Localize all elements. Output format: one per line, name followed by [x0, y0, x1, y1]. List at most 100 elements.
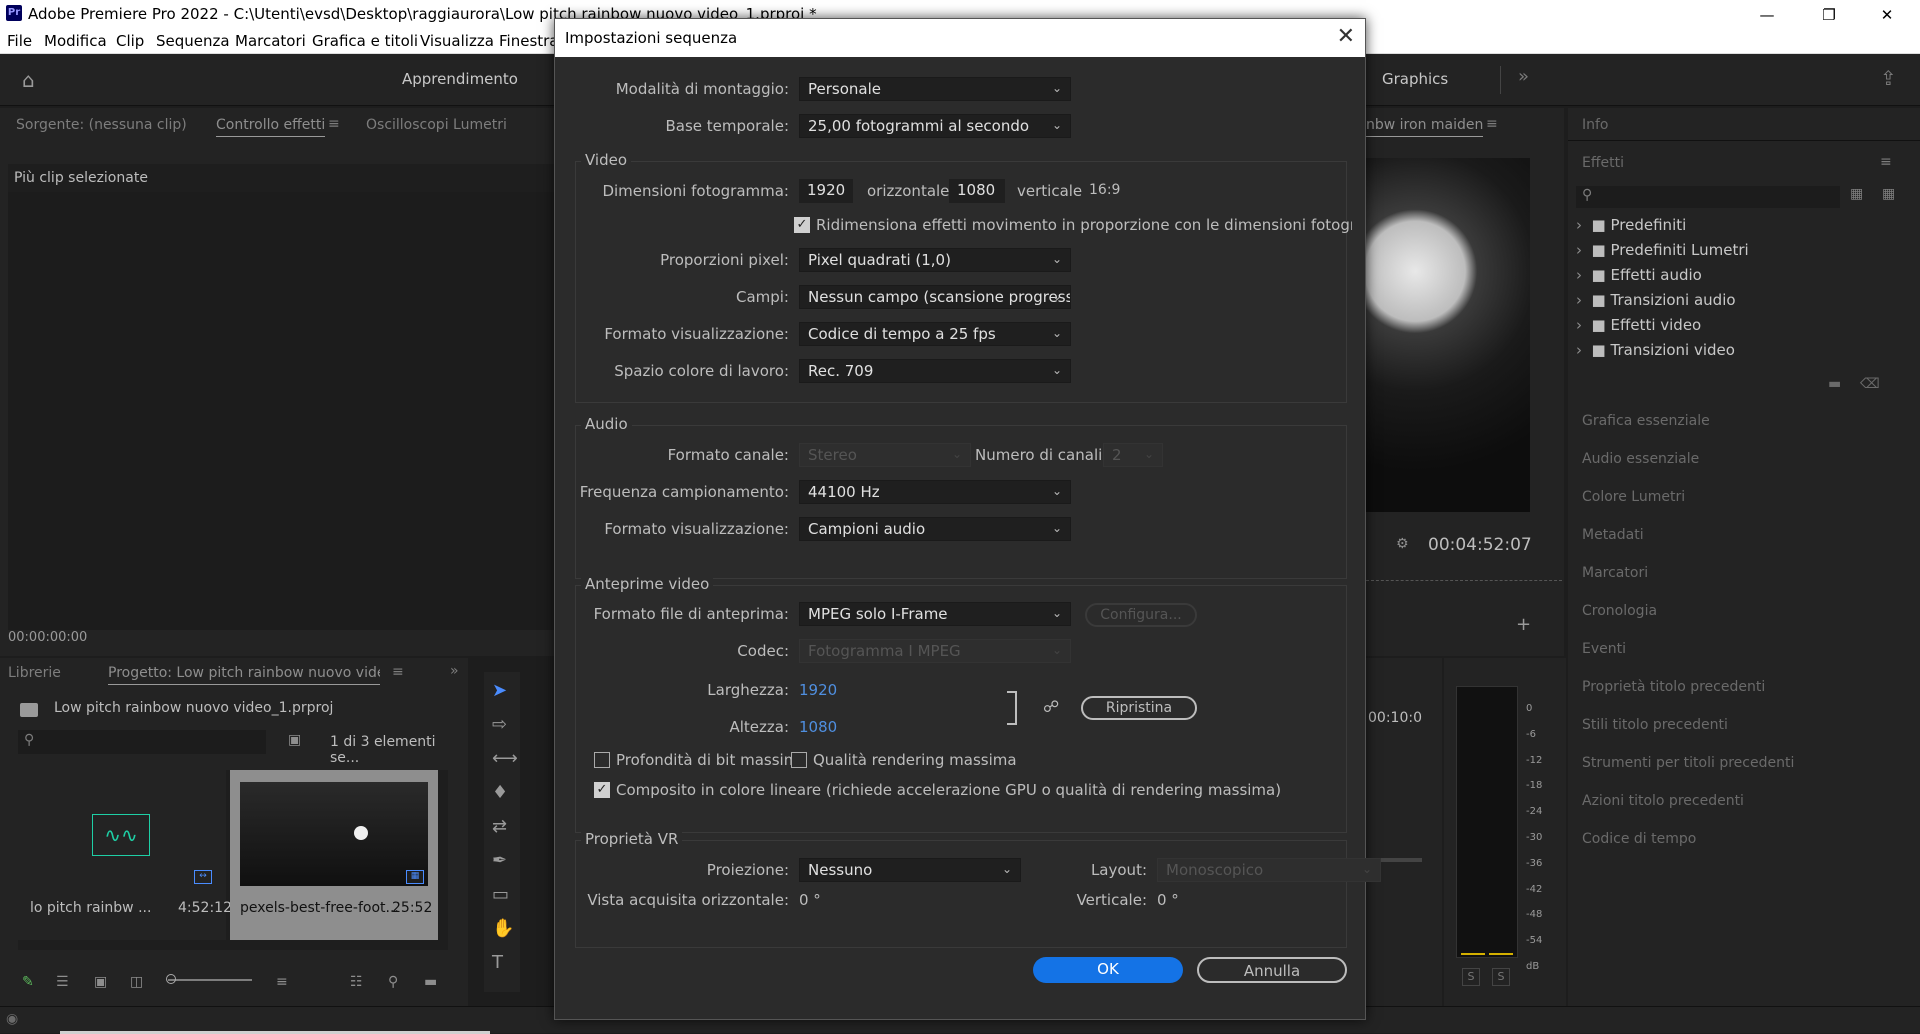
menu-finestra[interactable]: Finestra: [499, 32, 559, 50]
share-icon[interactable]: ⇪: [1880, 66, 1897, 90]
workspace-graphics[interactable]: Graphics: [1382, 70, 1448, 88]
effects-item-predefiniti-lumetri[interactable]: › ■ Predefiniti Lumetri: [1576, 241, 1749, 259]
info-panel-tab[interactable]: Info: [1582, 117, 1609, 133]
bin-icon[interactable]: ▣: [288, 732, 301, 748]
codec-select[interactable]: Fotogramma I MPEG ⌄: [799, 639, 1071, 663]
menu-marcatori[interactable]: Marcatori: [235, 32, 306, 50]
menu-visualizza[interactable]: Visualizza: [420, 32, 494, 50]
linear-color-checkbox[interactable]: ✓: [594, 782, 610, 798]
num-channels-select[interactable]: 2 ⌄: [1103, 443, 1163, 467]
editing-mode-select[interactable]: Personale ⌄: [799, 77, 1071, 101]
hand-icon[interactable]: ✋: [492, 918, 514, 939]
tab-librerie[interactable]: Librerie: [8, 665, 61, 681]
home-icon[interactable]: ⌂: [22, 68, 35, 92]
ok-button[interactable]: OK: [1033, 957, 1183, 983]
section-codice-tempo[interactable]: Codice di tempo: [1582, 831, 1696, 847]
zoom-slider[interactable]: [168, 979, 252, 981]
pen-icon[interactable]: ✒: [492, 850, 507, 871]
solo-left-button[interactable]: S: [1462, 968, 1480, 986]
selection-tool-icon[interactable]: ➤: [492, 680, 507, 701]
h-view-value[interactable]: 0 °: [799, 891, 821, 909]
section-proprieta-titolo[interactable]: Proprietà titolo precedenti: [1582, 679, 1765, 695]
list-view-icon[interactable]: ☰: [56, 974, 69, 990]
menu-clip[interactable]: Clip: [116, 32, 144, 50]
menu-file[interactable]: File: [7, 32, 32, 50]
write-icon[interactable]: ✎: [22, 974, 34, 990]
section-grafica-essenziale[interactable]: Grafica essenziale: [1582, 413, 1710, 429]
project-more-icon[interactable]: »: [450, 663, 459, 679]
effects-item-effetti-audio[interactable]: › ■ Effetti audio: [1576, 266, 1702, 284]
max-render-checkbox[interactable]: [791, 752, 807, 768]
section-audio-essenziale[interactable]: Audio essenziale: [1582, 451, 1699, 467]
reset-button[interactable]: Ripristina: [1081, 696, 1197, 720]
audio-display-format-select[interactable]: Campioni audio ⌄: [799, 517, 1071, 541]
layout-select[interactable]: Monoscopico ⌄: [1157, 858, 1381, 882]
close-window-button[interactable]: ✕: [1864, 2, 1910, 28]
frame-width-input[interactable]: 1920: [799, 179, 853, 203]
track-select-icon[interactable]: ⇨: [492, 714, 507, 735]
scale-motion-checkbox[interactable]: ✓: [794, 217, 810, 233]
frame-height-input[interactable]: 1080: [949, 179, 1005, 203]
section-azioni-titolo[interactable]: Azioni titolo precedenti: [1582, 793, 1744, 809]
icon-view-icon[interactable]: ▣: [94, 974, 107, 990]
fields-select[interactable]: Nessun campo (scansione progressiva)⌄: [799, 285, 1071, 309]
tab-sorgente[interactable]: Sorgente: (nessuna clip): [16, 117, 187, 133]
add-button-icon[interactable]: +: [1516, 614, 1531, 635]
slip-icon[interactable]: ⇄: [492, 816, 507, 837]
wrench-icon[interactable]: ⚙: [1396, 536, 1409, 552]
cancel-button[interactable]: Annulla: [1197, 957, 1347, 983]
pixel-aspect-select[interactable]: Pixel quadrati (1,0) ⌄: [799, 248, 1071, 272]
menu-grafica[interactable]: Grafica e titoli: [312, 32, 418, 50]
configure-button[interactable]: Configura...: [1085, 603, 1197, 627]
panel-menu-icon[interactable]: ≡: [328, 116, 340, 132]
workspace-apprendimento[interactable]: Apprendimento: [402, 70, 518, 88]
restore-button[interactable]: ❐: [1806, 2, 1852, 28]
32bit-effects-icon[interactable]: ▦: [1882, 186, 1895, 202]
project-menu-icon[interactable]: ≡: [392, 664, 404, 680]
menu-sequenza[interactable]: Sequenza: [156, 32, 230, 50]
effects-item-predefiniti[interactable]: › ■ Predefiniti: [1576, 216, 1686, 234]
minimize-button[interactable]: —: [1744, 2, 1790, 28]
new-folder-icon[interactable]: ▬: [1828, 376, 1841, 392]
program-ruler[interactable]: [1366, 580, 1562, 582]
tab-controllo-effetti[interactable]: Controllo effetti: [216, 117, 326, 137]
freeform-view-icon[interactable]: ◫: [130, 974, 143, 990]
razor-icon[interactable]: ♦: [492, 782, 508, 803]
tab-progetto[interactable]: Progetto: Low pitch rainbow nuovo video_…: [108, 665, 380, 685]
preview-width-value[interactable]: 1920: [799, 681, 837, 699]
section-stili-titolo[interactable]: Stili titolo precedenti: [1582, 717, 1728, 733]
preview-height-value[interactable]: 1080: [799, 718, 837, 736]
section-marcatori[interactable]: Marcatori: [1582, 565, 1648, 581]
max-bit-depth-checkbox[interactable]: [594, 752, 610, 768]
sample-rate-select[interactable]: 44100 Hz ⌄: [799, 480, 1071, 504]
effects-item-transizioni-video[interactable]: › ■ Transizioni video: [1576, 341, 1735, 359]
chain-link-icon[interactable]: ☍: [1043, 697, 1059, 716]
preview-format-select[interactable]: MPEG solo I-Frame ⌄: [799, 602, 1071, 626]
dialog-close-icon[interactable]: ✕: [1337, 24, 1355, 49]
automate-icon[interactable]: ☷: [350, 974, 363, 990]
tab-program[interactable]: nbw iron maiden: [1366, 117, 1484, 137]
ripple-edit-icon[interactable]: ⟷: [492, 748, 518, 769]
section-cronologia[interactable]: Cronologia: [1582, 603, 1657, 619]
menu-modifica[interactable]: Modifica: [44, 32, 107, 50]
project-search-input[interactable]: ⚲: [18, 730, 266, 754]
new-bin-icon[interactable]: ▬: [424, 974, 437, 990]
sort-icon[interactable]: ≡: [276, 974, 288, 990]
zoom-slider-handle[interactable]: [166, 974, 176, 984]
channel-format-select[interactable]: Stereo ⌄: [799, 443, 971, 467]
section-colore-lumetri[interactable]: Colore Lumetri: [1582, 489, 1685, 505]
type-tool-icon[interactable]: T: [492, 952, 503, 973]
section-metadati[interactable]: Metadati: [1582, 527, 1644, 543]
effects-item-effetti-video[interactable]: › ■ Effetti video: [1576, 316, 1701, 334]
trash-icon[interactable]: ⌫: [1860, 376, 1880, 392]
effects-item-transizioni-audio[interactable]: › ■ Transizioni audio: [1576, 291, 1736, 309]
more-workspaces-icon[interactable]: »: [1518, 66, 1529, 87]
effects-search-input[interactable]: ⚲: [1576, 186, 1840, 208]
project-item-video[interactable]: ▦ pexels-best-free-foot... 25:52: [230, 770, 438, 940]
tab-oscilloscopi[interactable]: Oscilloscopi Lumetri: [366, 117, 507, 133]
project-item-audio[interactable]: ∿∿ ↔ lo pitch rainbw ... 4:52:12947: [18, 770, 259, 940]
section-eventi[interactable]: Eventi: [1582, 641, 1626, 657]
video-display-format-select[interactable]: Codice di tempo a 25 fps ⌄: [799, 322, 1071, 346]
rectangle-icon[interactable]: ▭: [492, 884, 509, 905]
program-menu-icon[interactable]: ≡: [1486, 116, 1498, 132]
